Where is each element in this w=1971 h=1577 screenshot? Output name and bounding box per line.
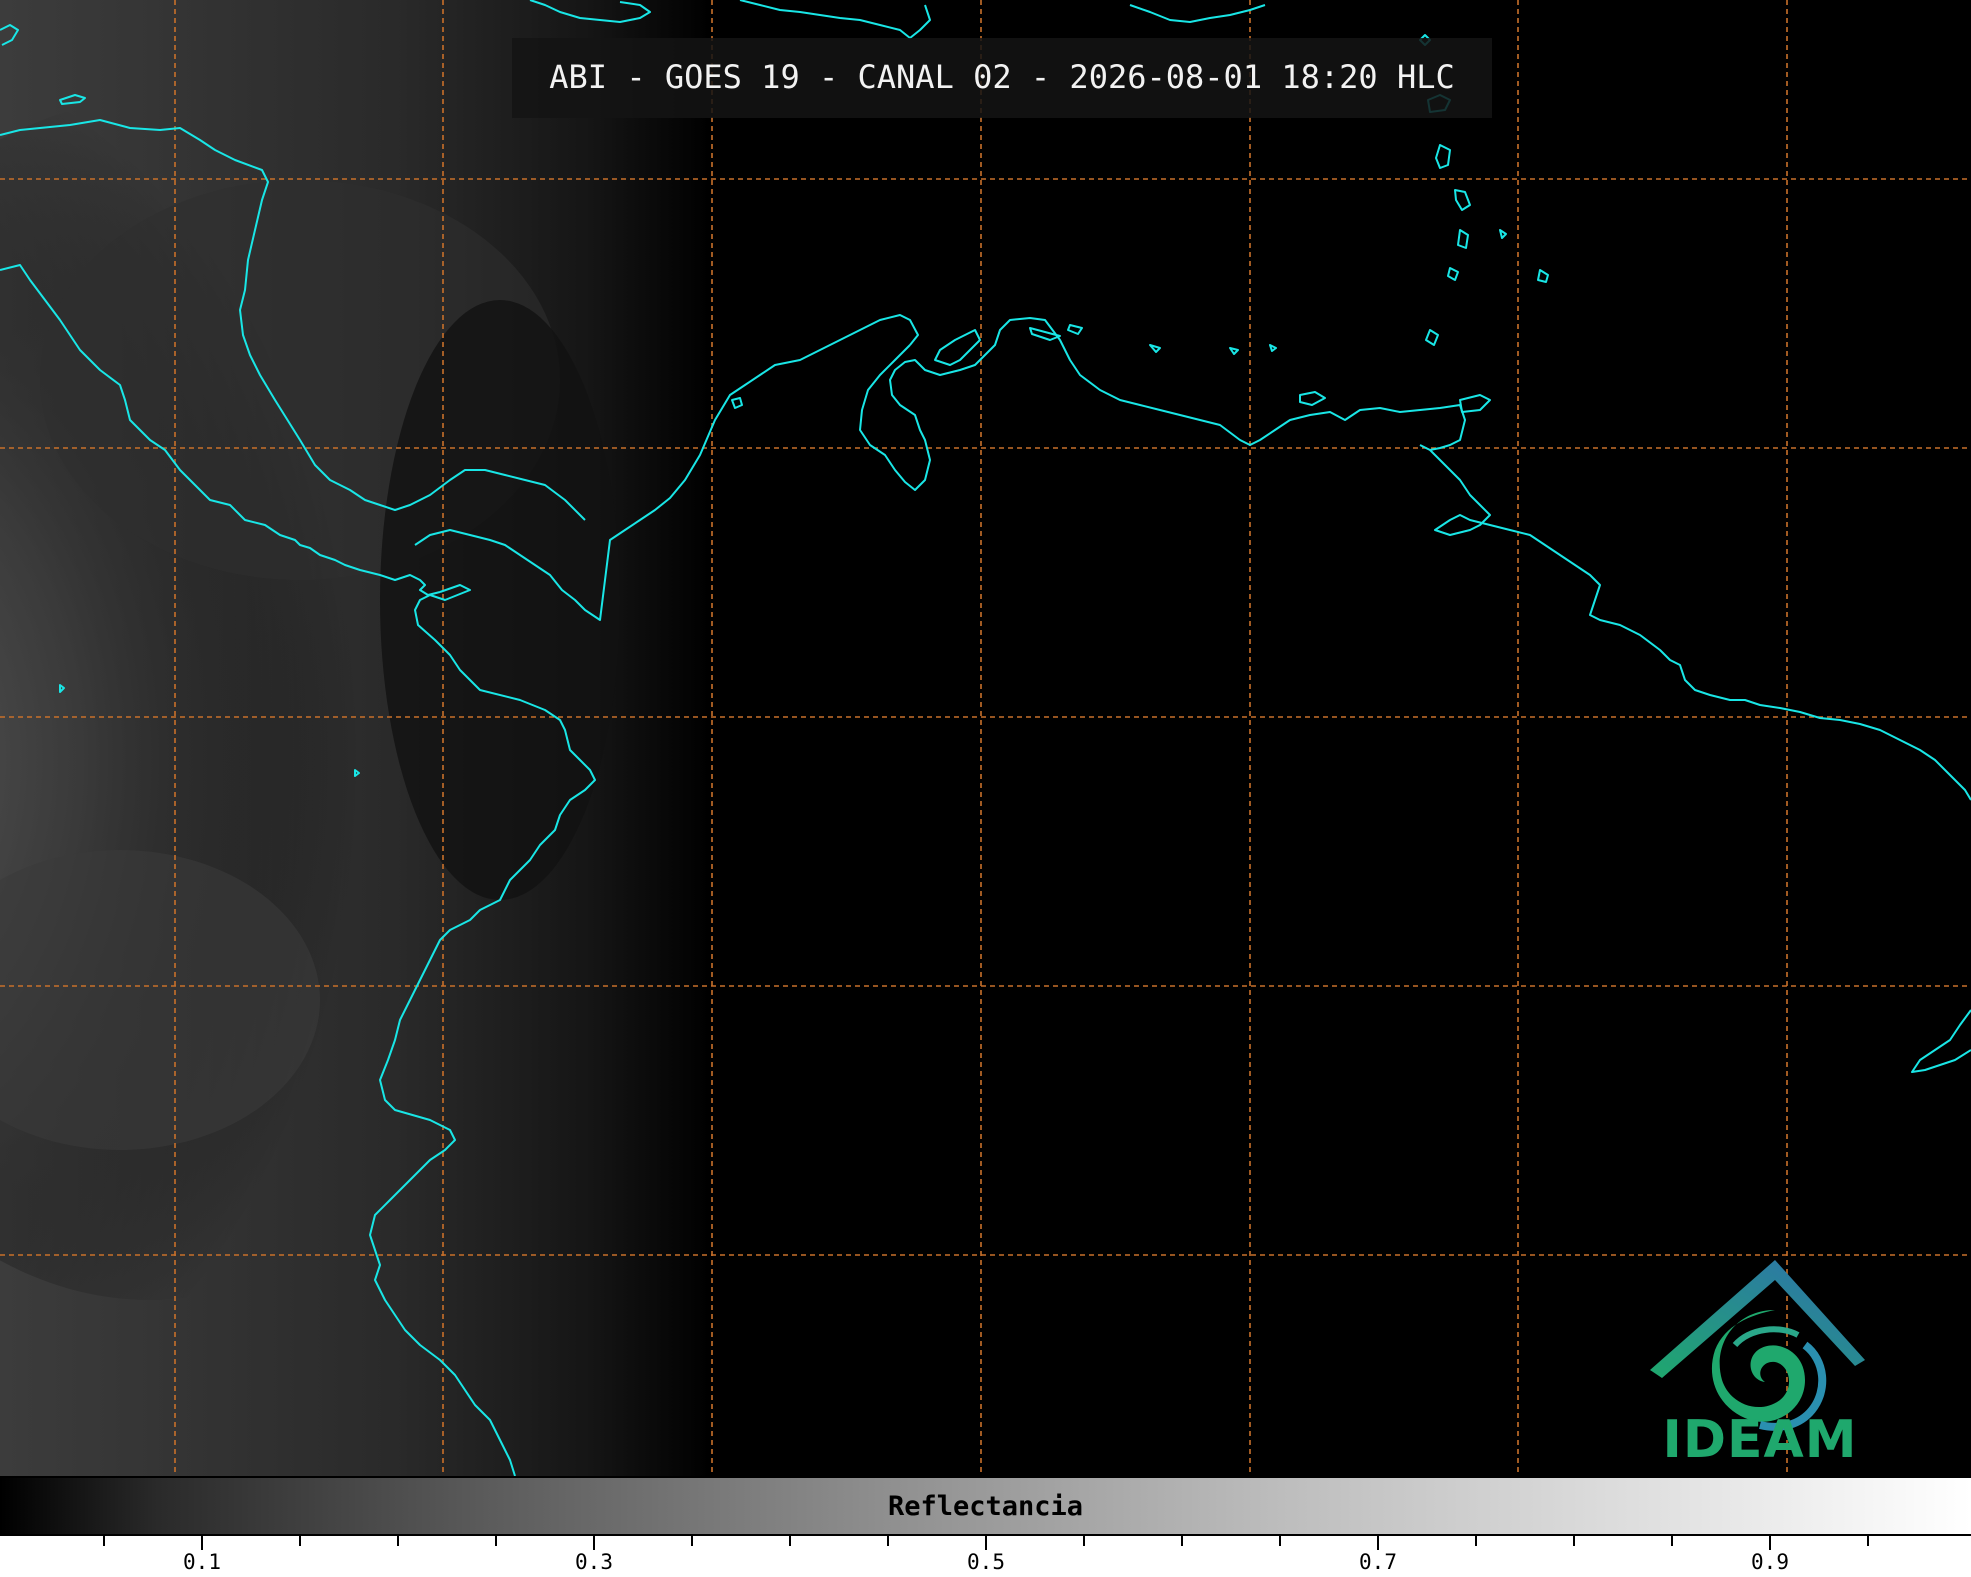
- satellite-map: ABI - GOES 19 - CANAL 02 - 2026-08-01 18…: [0, 0, 1971, 1577]
- ideam-logo-text: IDEAM: [1662, 1410, 1858, 1470]
- colorbar-tick-label: 0.1: [183, 1550, 221, 1574]
- colorbar-minor-tick: [789, 1536, 791, 1546]
- colorbar-minor-tick: [1671, 1536, 1673, 1546]
- colorbar-tick-label: 0.3: [575, 1550, 613, 1574]
- colorbar-minor-tick: [397, 1536, 399, 1546]
- colorbar-major-tick: [1377, 1536, 1379, 1550]
- colorbar-major-tick: [1769, 1536, 1771, 1550]
- colorbar-major-tick: [985, 1536, 987, 1550]
- colorbar-tick-label: 0.7: [1359, 1550, 1397, 1574]
- colorbar-minor-tick: [103, 1536, 105, 1546]
- colorbar-minor-tick: [887, 1536, 889, 1546]
- colorbar-minor-tick: [1279, 1536, 1281, 1546]
- map-title: ABI - GOES 19 - CANAL 02 - 2026-08-01 18…: [549, 58, 1455, 96]
- colorbar-label: Reflectancia: [887, 1491, 1084, 1522]
- colorbar-minor-tick: [1181, 1536, 1183, 1546]
- colorbar-minor-tick: [691, 1536, 693, 1546]
- colorbar-major-tick: [593, 1536, 595, 1550]
- colorbar-tick-label: 0.5: [967, 1550, 1005, 1574]
- colorbar-minor-tick: [299, 1536, 301, 1546]
- cloud-patch: [380, 300, 620, 900]
- colorbar-major-tick: [201, 1536, 203, 1550]
- colorbar-minor-tick: [495, 1536, 497, 1546]
- colorbar-tick-label: 0.9: [1751, 1550, 1789, 1574]
- colorbar-minor-tick: [1573, 1536, 1575, 1546]
- colorbar-minor-tick: [1475, 1536, 1477, 1546]
- colorbar-minor-tick: [1083, 1536, 1085, 1546]
- colorbar-minor-tick: [1867, 1536, 1869, 1546]
